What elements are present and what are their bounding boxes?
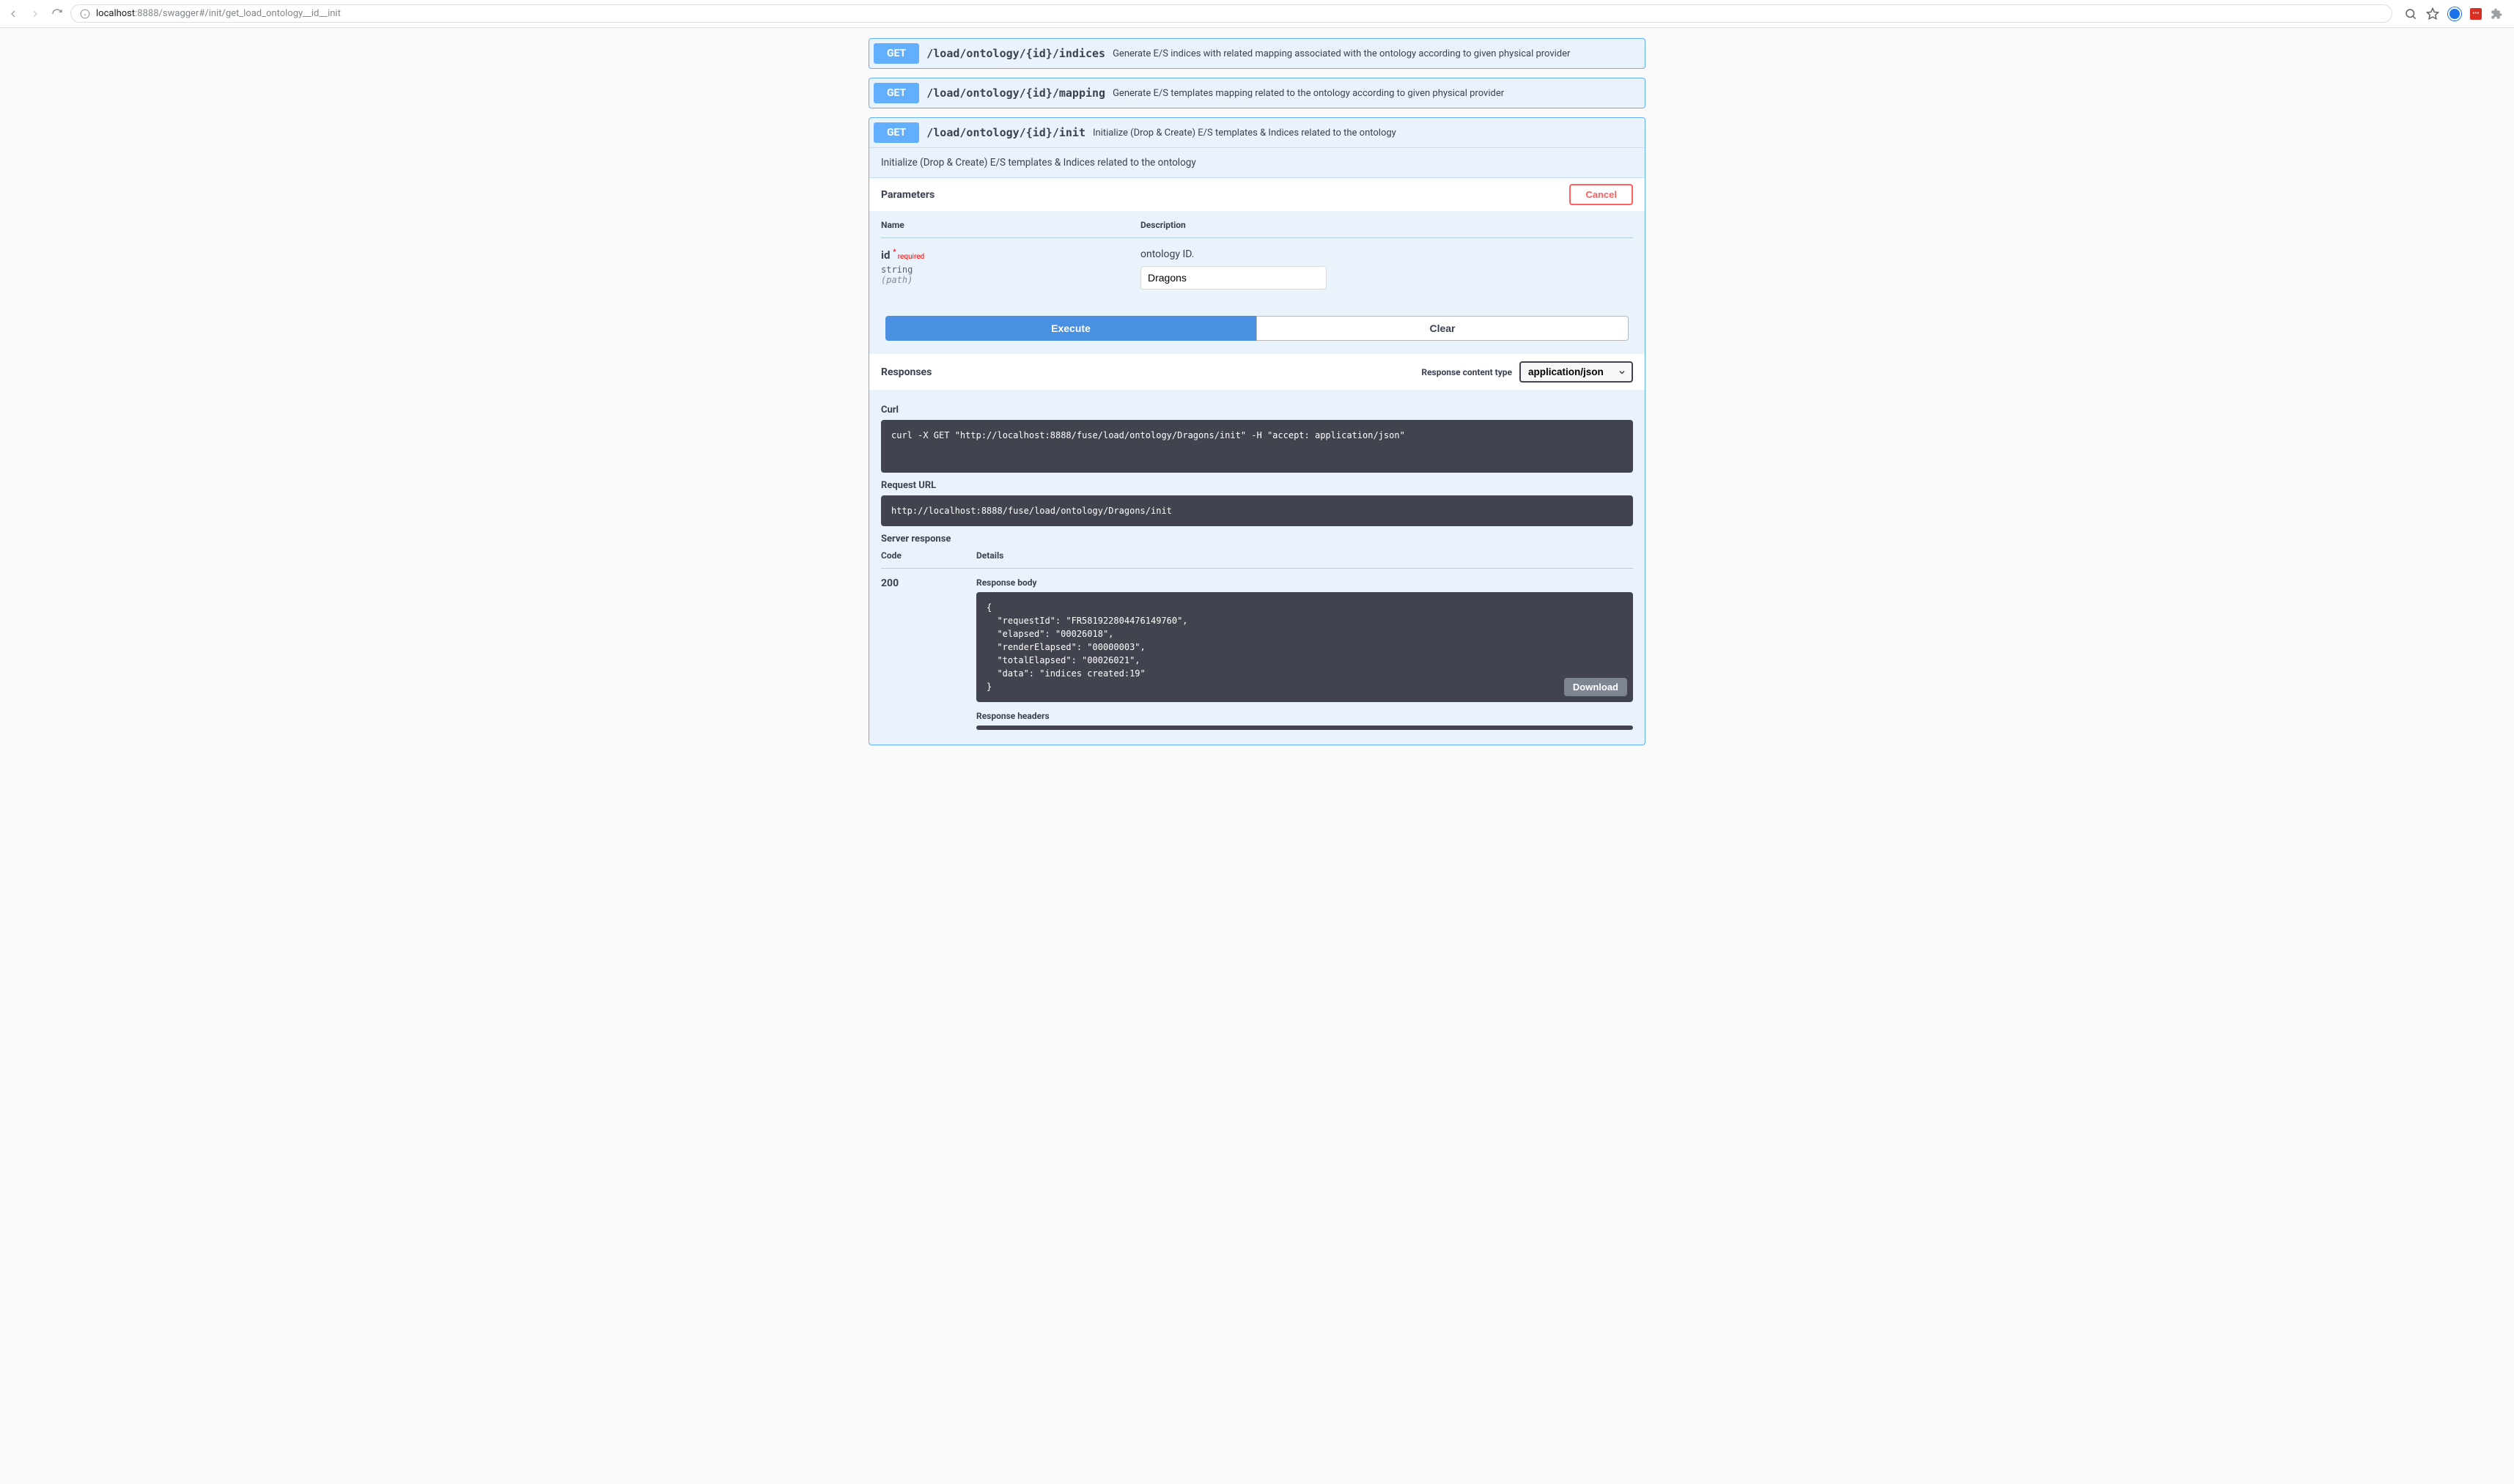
- response-headers-label: Response headers: [976, 711, 1633, 721]
- column-details: Details: [976, 550, 1633, 561]
- extensions-icon[interactable]: [2491, 8, 2502, 20]
- method-badge: GET: [874, 83, 919, 103]
- clear-button[interactable]: Clear: [1256, 316, 1629, 341]
- endpoint-path: /load/ontology/{id}/indices: [926, 47, 1105, 60]
- url-text: localhost:8888/swagger#/init/get_load_on…: [96, 8, 341, 19]
- server-response-label: Server response: [881, 534, 1633, 544]
- execute-button[interactable]: Execute: [885, 316, 1256, 341]
- parameters-title: Parameters: [881, 189, 935, 201]
- required-star: *: [893, 248, 896, 256]
- required-label: required: [898, 253, 924, 261]
- operation-description: Initialize (Drop & Create) E/S templates…: [869, 148, 1645, 178]
- endpoint-mapping[interactable]: GET /load/ontology/{id}/mapping Generate…: [869, 78, 1645, 108]
- endpoint-indices[interactable]: GET /load/ontology/{id}/indices Generate…: [869, 38, 1645, 69]
- endpoint-summary: Initialize (Drop & Create) E/S templates…: [1093, 128, 1396, 139]
- star-icon[interactable]: [2426, 7, 2439, 21]
- request-url-label: Request URL: [881, 480, 1633, 491]
- param-name: id: [881, 248, 890, 262]
- content-type-select[interactable]: application/json: [1519, 361, 1633, 383]
- param-in: (path): [881, 275, 1140, 285]
- param-description: ontology ID.: [1140, 248, 1633, 260]
- cancel-button[interactable]: Cancel: [1569, 184, 1633, 205]
- endpoint-summary: Generate E/S templates mapping related t…: [1113, 88, 1504, 99]
- search-icon[interactable]: [2404, 7, 2417, 21]
- endpoint-init: GET /load/ontology/{id}/init Initialize …: [869, 117, 1645, 745]
- endpoint-path: /load/ontology/{id}/mapping: [926, 86, 1105, 100]
- info-icon: [80, 9, 90, 19]
- browser-toolbar: localhost:8888/swagger#/init/get_load_on…: [0, 0, 2514, 28]
- param-type: string: [881, 265, 1140, 275]
- extension-icon-1[interactable]: [2448, 7, 2461, 21]
- curl-block[interactable]: curl -X GET "http://localhost:8888/fuse/…: [881, 420, 1633, 473]
- curl-label: Curl: [881, 405, 1633, 416]
- reload-icon[interactable]: [51, 8, 63, 20]
- download-button[interactable]: Download: [1564, 678, 1627, 696]
- response-code: 200: [881, 577, 976, 730]
- endpoint-summary: Generate E/S indices with related mappin…: [1113, 48, 1570, 59]
- column-code: Code: [881, 550, 976, 561]
- parameter-row: id*required string (path) ontology ID.: [881, 248, 1633, 289]
- content-type-label: Response content type: [1421, 367, 1512, 377]
- extension-icon-2[interactable]: •••: [2470, 8, 2482, 20]
- back-icon[interactable]: [7, 8, 19, 20]
- response-row: 200 Response body { "requestId": "FR5819…: [881, 577, 1633, 730]
- method-badge: GET: [874, 43, 919, 64]
- method-badge: GET: [874, 122, 919, 143]
- endpoint-path: /load/ontology/{id}/init: [926, 126, 1085, 139]
- response-body-label: Response body: [976, 577, 1633, 588]
- response-body-block[interactable]: { "requestId": "FR581922804476149760", "…: [976, 592, 1633, 702]
- column-name: Name: [881, 220, 1140, 230]
- responses-title: Responses: [881, 366, 932, 378]
- column-description: Description: [1140, 220, 1633, 230]
- response-headers-block: [976, 726, 1633, 730]
- endpoint-init-header[interactable]: GET /load/ontology/{id}/init Initialize …: [869, 118, 1645, 147]
- request-url-block[interactable]: http://localhost:8888/fuse/load/ontology…: [881, 495, 1633, 526]
- forward-icon[interactable]: [29, 8, 41, 20]
- url-bar[interactable]: localhost:8888/swagger#/init/get_load_on…: [70, 4, 2392, 23]
- param-id-input[interactable]: [1140, 266, 1327, 289]
